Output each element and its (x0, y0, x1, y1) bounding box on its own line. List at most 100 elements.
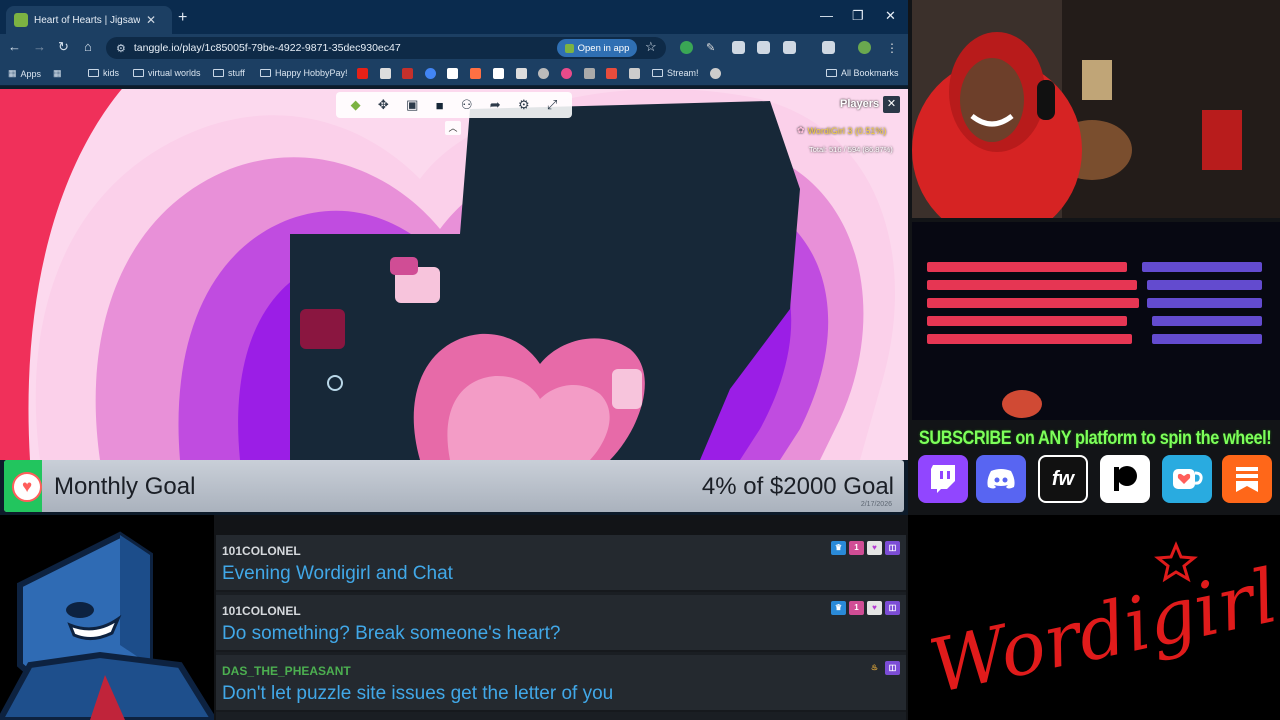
bookmark-icon-8[interactable] (516, 68, 527, 79)
chat-username: 101COLONEL (222, 604, 301, 618)
background-color-icon[interactable]: ■ (436, 98, 444, 113)
minimize-icon[interactable]: — (820, 8, 833, 23)
grammarly-extension-icon[interactable] (680, 41, 693, 54)
loose-piece-2[interactable] (300, 309, 345, 349)
chat-message: 101COLONEL Do something? Break someone's… (216, 595, 906, 652)
all-bookmarks[interactable]: All Bookmarks (826, 68, 899, 78)
new-tab-icon[interactable]: + (178, 9, 187, 27)
twitch-badge-icon: ◫ (885, 661, 900, 675)
chat-panel: 101COLONEL Evening Wordigirl and Chat ♛ … (216, 535, 906, 720)
maximize-icon[interactable]: ❐ (852, 8, 864, 24)
cast-icon[interactable] (822, 41, 835, 54)
folder-icon (652, 69, 663, 77)
mask-extension-icon[interactable] (757, 41, 770, 54)
bookmark-fw-icon[interactable] (493, 68, 504, 79)
open-in-app-button[interactable]: Open in app (557, 39, 637, 57)
subscribe-banner: SUBSCRIBE on ANY platform to spin the wh… (918, 428, 1272, 449)
chat-username: 101COLONEL (222, 544, 301, 558)
loose-piece-4[interactable] (390, 257, 418, 275)
goal-progress-text: 4% of $2000 Goal (701, 473, 894, 500)
bookmark-star-icon[interactable]: ☆ (645, 39, 657, 55)
tab-strip: Heart of Hearts | Jigsaw Puz ✕ + — ❐ ✕ (0, 0, 908, 34)
bookmark-icon-10[interactable] (561, 68, 572, 79)
pen-extension-icon[interactable]: ✎ (706, 41, 719, 54)
jigsaw-puzzle-canvas[interactable]: ◆ ✥ ▣ ■ ⚇ ➦ ⚙ ⤢ ︿ Players ✕ ✿ WordiGirl … (0, 89, 908, 460)
bookmark-stream[interactable]: Stream! (652, 68, 699, 78)
pieces-icon[interactable]: ✥ (378, 97, 389, 113)
tanggle-favicon-icon (14, 13, 28, 27)
hype-badge-icon: ♨ (870, 663, 879, 672)
close-tab-icon[interactable]: ✕ (146, 13, 156, 27)
substack-icon (1222, 455, 1272, 503)
webcam-feed (912, 0, 1280, 218)
back-icon[interactable]: ← (8, 39, 21, 54)
heart-badge-icon: ♥ (867, 541, 882, 555)
collapse-toolbar-icon[interactable]: ︿ (445, 121, 461, 135)
robot-mascot-image (0, 531, 214, 720)
bookmark-icon-13[interactable] (629, 68, 640, 79)
keyboard-cam (912, 222, 1280, 420)
bookmark-happy-hobbypay[interactable]: Happy HobbyPay! (260, 68, 348, 78)
bookmark-icon-12[interactable] (606, 68, 617, 79)
crown-badge-icon: ♛ (831, 541, 846, 555)
share-icon[interactable]: ➦ (490, 97, 501, 113)
browser-tab[interactable]: Heart of Hearts | Jigsaw Puz ✕ (6, 6, 172, 34)
tab-title: Heart of Hearts | Jigsaw Puz (34, 14, 140, 26)
apps-grid-icon: ▦ (8, 68, 17, 78)
bookmark-icon-5[interactable] (447, 68, 458, 79)
bookmark-icon-6[interactable] (470, 68, 481, 79)
profile-avatar-icon[interactable] (858, 41, 871, 54)
stream-layout: Heart of Hearts | Jigsaw Puz ✕ + — ❐ ✕ ←… (0, 0, 1280, 720)
chat-message: DAS_THE_PHEASANT Don't let puzzle site i… (216, 655, 906, 712)
loose-piece-3[interactable] (612, 369, 642, 409)
settings-gear-icon[interactable]: ⚙ (518, 97, 530, 113)
fourthwall-icon: fw (1038, 455, 1088, 503)
forward-icon[interactable]: → (33, 39, 46, 54)
bookmark-icon-4[interactable] (425, 68, 436, 79)
bookmark-virtual-worlds[interactable]: virtual worlds (133, 68, 201, 78)
bookmark-icon-2[interactable] (380, 68, 391, 79)
fullscreen-icon[interactable]: ⤢ (547, 97, 557, 113)
twitch-icon (918, 455, 968, 503)
user-badges: ♨ ◫ (867, 661, 900, 675)
player-entry: ✿ WordiGirl 3 (0.51%) (797, 125, 887, 136)
d-extension-icon[interactable] (732, 41, 745, 54)
close-players-icon[interactable]: ✕ (883, 96, 900, 113)
reload-icon[interactable]: ↻ (58, 39, 69, 55)
image-preview-icon[interactable]: ▣ (406, 97, 418, 113)
flower-avatar-icon: ✿ (797, 125, 805, 135)
heart-badge-icon: ♥ (867, 601, 882, 615)
site-info-icon[interactable]: ⚙ (116, 42, 126, 55)
bookmark-stuff[interactable]: stuff (213, 68, 245, 78)
streamer-image (912, 0, 1280, 218)
players-panel-title: Players (840, 98, 880, 110)
wordigirl-logo-image: Wordigirl (923, 541, 1280, 710)
puzzle-board[interactable] (0, 89, 908, 460)
close-window-icon[interactable]: ✕ (885, 8, 896, 24)
bookmark-icon-14[interactable] (710, 68, 721, 79)
first-badge-icon: 1 (849, 601, 864, 615)
kofi-icon (1162, 455, 1212, 503)
chat-text: Don't let puzzle site issues get the let… (222, 683, 614, 704)
mascot-avatar (0, 515, 214, 720)
kofi-heart-icon: ♥ (12, 472, 42, 502)
bookmark-icon-3[interactable] (402, 68, 413, 79)
grid-bookmark-icon[interactable]: ▦ (53, 68, 62, 79)
youtube-bookmark-icon[interactable] (357, 68, 368, 79)
tanggle-logo-icon[interactable]: ◆ (351, 97, 361, 113)
bookmark-kids[interactable]: kids (88, 68, 119, 78)
bookmark-icon-9[interactable] (538, 68, 549, 79)
user-badges: ♛ 1 ♥ ◫ (831, 541, 900, 555)
chat-text: Do something? Break someone's heart? (222, 623, 561, 644)
browser-window: Heart of Hearts | Jigsaw Puz ✕ + — ❐ ✕ ←… (0, 0, 908, 515)
goal-date: 2/17/2026 (860, 501, 892, 508)
home-icon[interactable]: ⌂ (84, 39, 92, 54)
browser-menu-icon[interactable]: ⋮ (886, 41, 899, 55)
bookmark-apps[interactable]: ▦ Apps (8, 68, 41, 79)
folder-icon (826, 69, 837, 77)
inner-heart-pieces (447, 375, 610, 460)
bookmark-icon-11[interactable] (584, 68, 595, 79)
total-progress: Total: 516 / 594 (86.87%) (809, 145, 893, 154)
extensions-puzzle-icon[interactable] (783, 41, 796, 54)
players-icon[interactable]: ⚇ (461, 97, 473, 113)
